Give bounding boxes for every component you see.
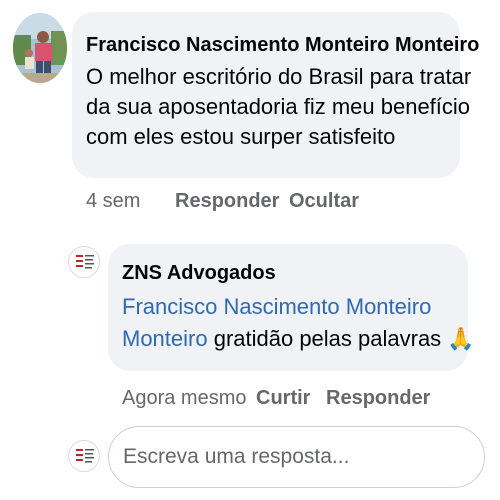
mention-link[interactable]: Francisco Nascimento Monteiro bbox=[122, 294, 431, 319]
reply-to-reply-link[interactable]: Responder bbox=[326, 387, 430, 409]
like-link[interactable]: Curtir bbox=[256, 387, 310, 409]
current-user-avatar bbox=[68, 440, 100, 472]
mention-link-continued[interactable]: Monteiro bbox=[122, 326, 208, 351]
comment-meta: 4 sem bbox=[86, 190, 140, 213]
praying-hands-emoji: 🙏 bbox=[447, 326, 475, 351]
commenter-avatar[interactable] bbox=[13, 13, 67, 83]
reply-text-line-1: Francisco Nascimento Monteiro bbox=[122, 292, 431, 322]
reply-text-line-2: Monteiro gratidão pelas palavras 🙏 bbox=[122, 324, 475, 354]
comment-text-line-3: com eles estou surper satisfeito bbox=[86, 124, 396, 149]
comment-timestamp[interactable]: 4 sem bbox=[86, 190, 140, 212]
comment-author[interactable]: Francisco Nascimento Monteiro Monteiro bbox=[86, 34, 479, 57]
comment-reply-action[interactable]: Responder bbox=[175, 190, 279, 213]
reply-text: gratidão pelas palavras bbox=[207, 326, 448, 351]
reply-link[interactable]: Responder bbox=[175, 190, 279, 212]
hide-link[interactable]: Ocultar bbox=[289, 190, 359, 212]
reply-timestamp-wrap: Agora mesmo bbox=[122, 387, 247, 410]
comment-hide-action[interactable]: Ocultar bbox=[289, 190, 359, 213]
reply-author[interactable]: ZNS Advogados bbox=[122, 262, 276, 285]
reply-reply-action[interactable]: Responder bbox=[326, 387, 430, 410]
reply-input[interactable] bbox=[123, 445, 470, 469]
reply-like-action[interactable]: Curtir bbox=[256, 387, 310, 410]
comment-text-line-1: O melhor escritório do Brasil para trata… bbox=[86, 64, 472, 89]
reply-composer[interactable] bbox=[108, 426, 485, 488]
reply-timestamp[interactable]: Agora mesmo bbox=[122, 387, 247, 409]
zns-logo-avatar[interactable] bbox=[68, 246, 100, 278]
comment-text-line-2: da sua aposentadoria fiz meu benefício bbox=[86, 94, 471, 119]
